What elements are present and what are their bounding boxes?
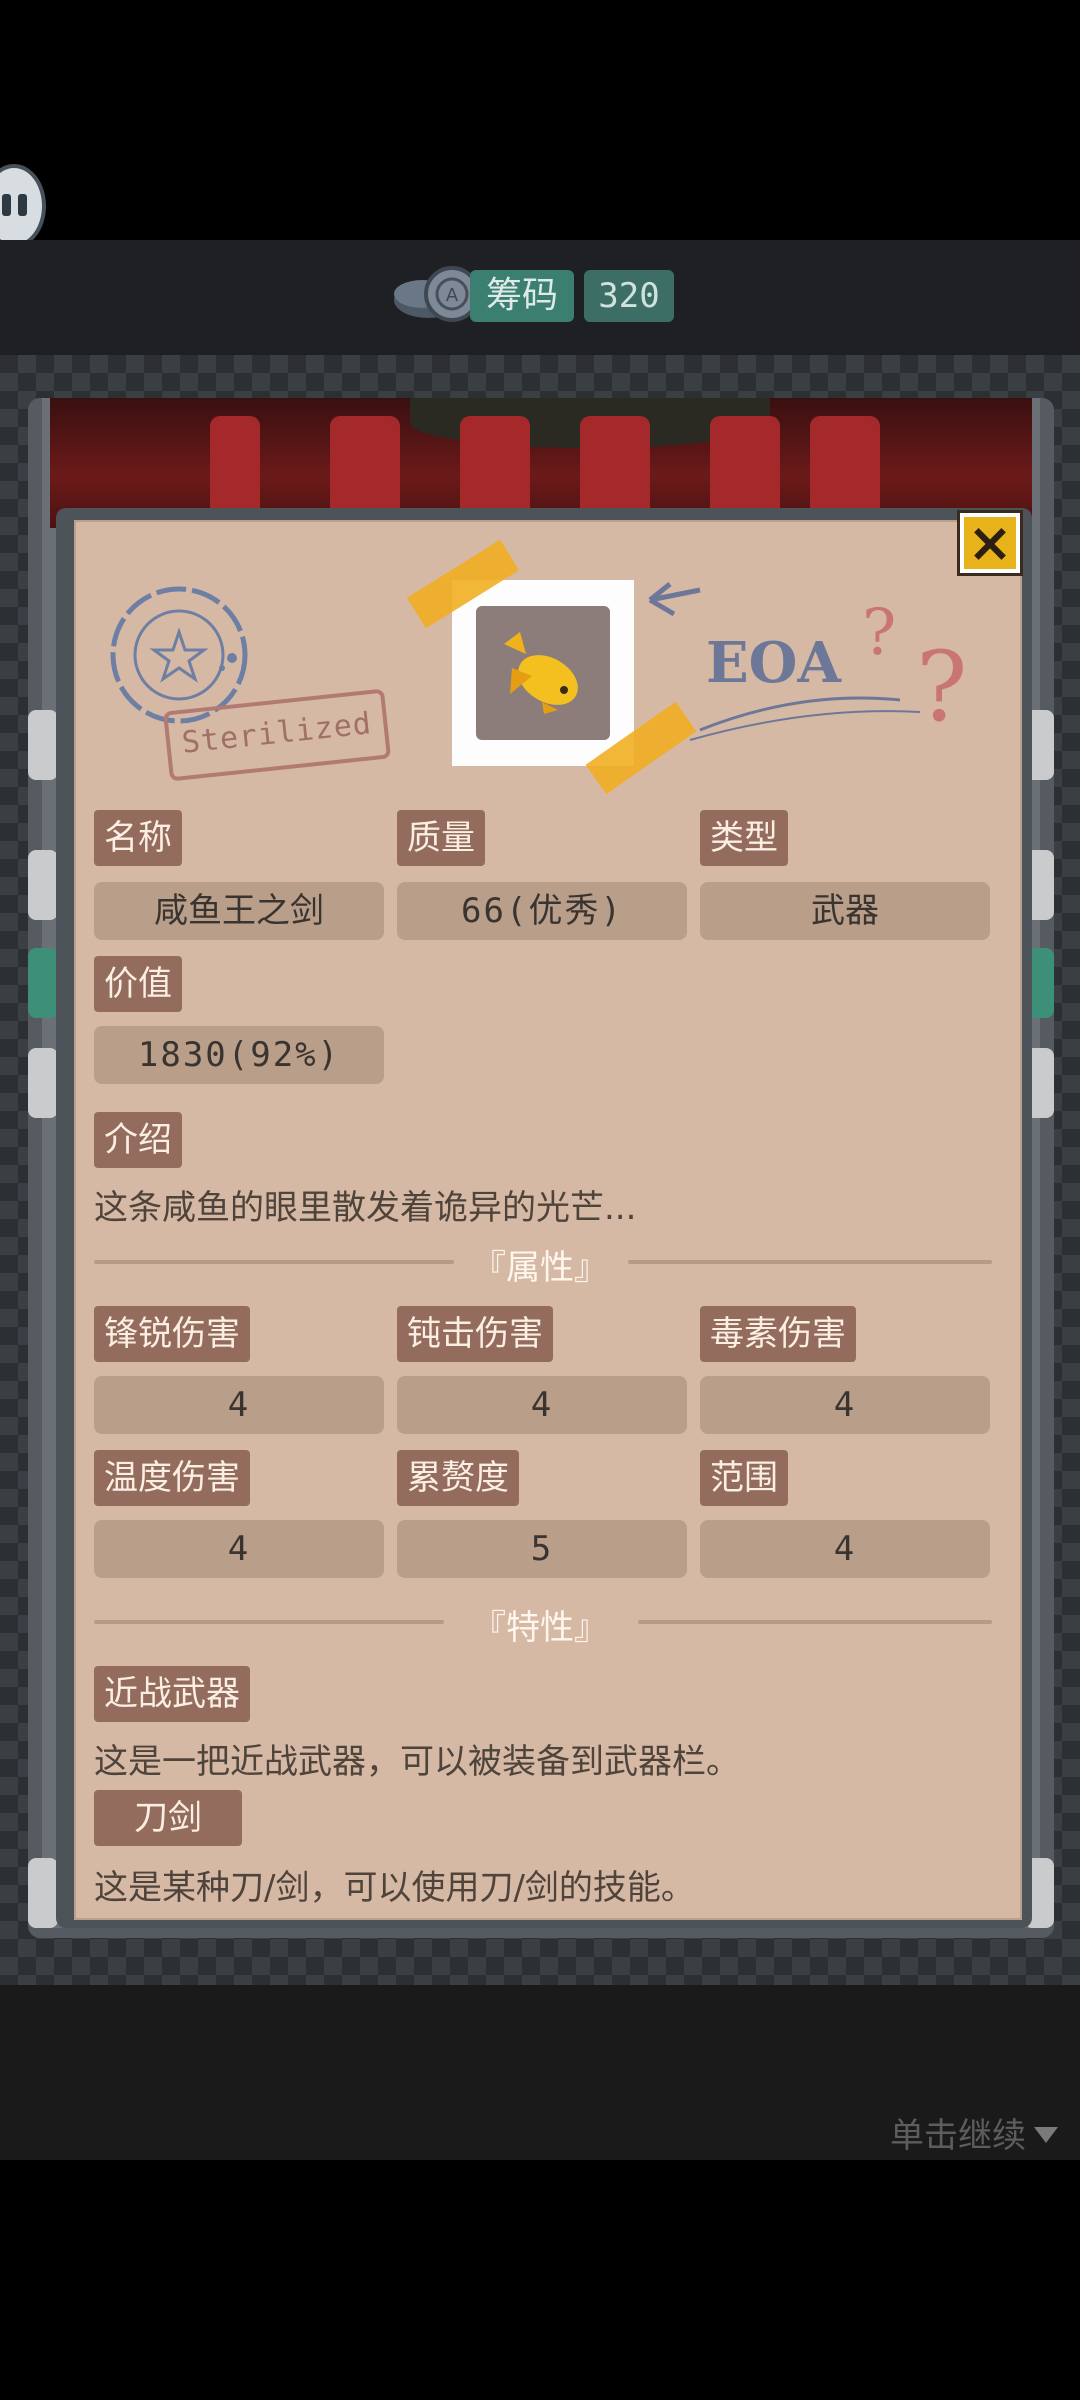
eoa-doodle-icon: EOA ? ? [648,582,967,743]
triangle-down-icon [1034,2127,1058,2143]
blade-tag: 刀剑 [94,1790,242,1846]
blunt-damage-label: 钝击伤害 [397,1306,553,1362]
melee-weapon-tag: 近战武器 [94,1666,250,1722]
quality-value: 66(优秀) [397,882,687,940]
quality-label: 质量 [397,810,485,866]
divider [94,1620,444,1624]
sharp-damage-value: 4 [94,1376,384,1434]
status-area [0,0,1080,240]
side-tab[interactable] [28,1858,58,1928]
tap-to-continue[interactable]: 单击继续 [890,2108,1058,2157]
name-label: 名称 [94,810,182,866]
close-icon: × [967,511,1013,574]
chip-label: 筹码 [470,270,574,322]
continue-text: 单击继续 [890,2116,1026,2156]
close-button[interactable]: × [957,510,1023,576]
melee-weapon-desc: 这是一把近战武器，可以被装备到武器栏。 [94,1742,740,1782]
price-label: 价值 [94,956,182,1012]
side-tab[interactable] [28,1048,58,1118]
navigation-area [0,2160,1080,2400]
temperature-damage-value: 4 [94,1520,384,1578]
temperature-damage-label: 温度伤害 [94,1450,250,1506]
range-label: 范围 [700,1450,788,1506]
price-value: 1830(92%) [94,1026,384,1084]
range-value: 4 [700,1520,990,1578]
svg-text:?: ? [916,631,967,743]
poison-damage-label: 毒素伤害 [700,1306,856,1362]
blunt-damage-value: 4 [397,1376,687,1434]
intro-text: 这条咸鱼的眼里散发着诡异的光芒... [94,1188,637,1228]
poison-damage-value: 4 [700,1376,990,1434]
side-tab[interactable] [28,948,58,1018]
fish-icon [504,632,578,714]
divider [94,1260,454,1264]
item-photo [452,580,634,766]
svg-text:?: ? [862,596,896,670]
chip-count: 320 [584,270,674,322]
encumbrance-value: 5 [397,1520,687,1578]
chip-icon: A [394,266,476,322]
side-tab[interactable] [28,850,58,920]
type-value: 武器 [700,882,990,940]
type-label: 类型 [700,810,788,866]
side-tab[interactable] [28,710,58,780]
attributes-title: 『属性』 [472,1248,608,1288]
divider [628,1260,992,1264]
svg-text:EOA: EOA [706,630,842,696]
encumbrance-label: 累赘度 [397,1450,519,1506]
divider [638,1620,992,1624]
traits-title: 『特性』 [472,1608,608,1648]
intro-label: 介绍 [94,1112,182,1168]
svg-text:A: A [446,285,459,306]
name-value: 咸鱼王之剑 [94,882,384,940]
sharp-damage-label: 锋锐伤害 [94,1306,250,1362]
blade-desc: 这是某种刀/剑，可以使用刀/剑的技能。 [94,1868,695,1908]
